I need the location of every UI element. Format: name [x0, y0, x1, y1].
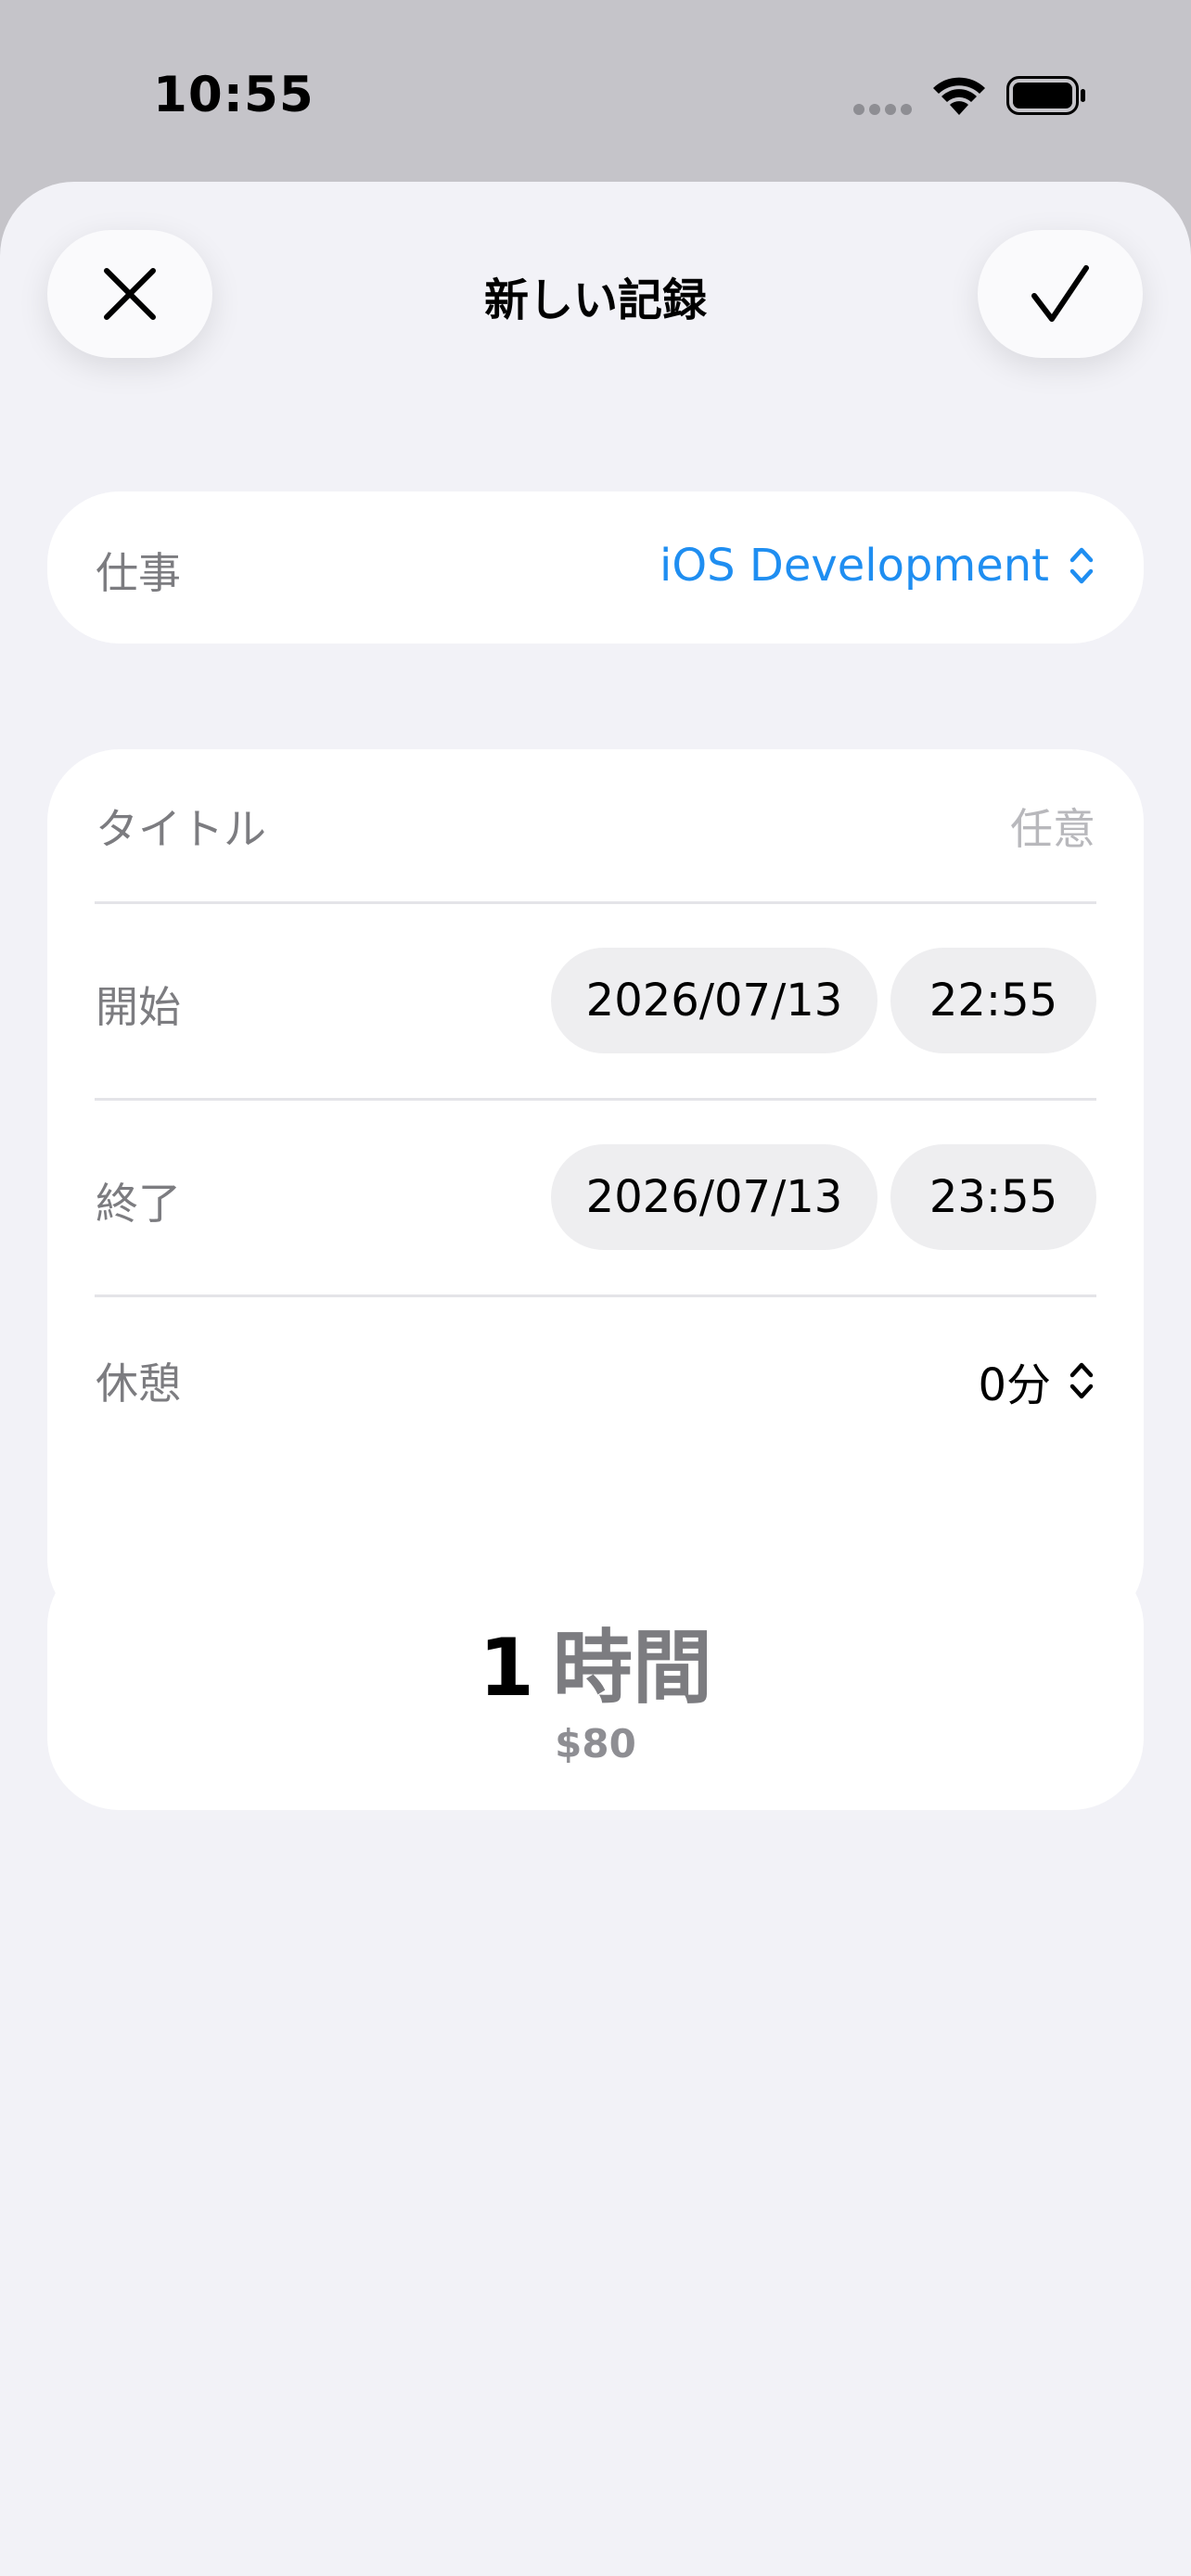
- title-input[interactable]: 任意: [1010, 796, 1095, 857]
- new-record-sheet: 新しい記録 仕事 iOS Development タイトル 任意 開始 2026…: [0, 182, 1191, 2576]
- job-picker-row[interactable]: 仕事 iOS Development: [47, 491, 1144, 644]
- start-time-picker[interactable]: 22:55: [890, 948, 1096, 1053]
- end-label: 終了: [96, 1179, 181, 1229]
- battery-icon: [1006, 76, 1085, 115]
- job-value: iOS Development: [660, 540, 1049, 592]
- status-time: 10:55: [153, 67, 314, 123]
- duration-total: 1 時間: [47, 1602, 1144, 1718]
- job-picker[interactable]: iOS Development: [660, 540, 1095, 592]
- duration-number: 1: [479, 1622, 534, 1715]
- signal-dots-icon: [853, 104, 912, 115]
- save-button[interactable]: [978, 230, 1143, 358]
- wifi-icon: [933, 77, 985, 115]
- earnings-value: $80: [555, 1721, 636, 1766]
- checkmark-icon: [1031, 265, 1089, 322]
- summary-card: 1 時間 $80: [47, 1554, 1144, 1810]
- duration-unit: 時間: [552, 1622, 712, 1715]
- chevron-up-down-icon: [1069, 547, 1094, 584]
- end-row: 終了 2026/07/13 23:55: [47, 1100, 1144, 1297]
- break-value: 0分: [978, 1359, 1051, 1411]
- end-date-picker[interactable]: 2026/07/13: [551, 1144, 877, 1250]
- status-bar: 10:55: [0, 0, 1191, 182]
- title-label: タイトル: [96, 804, 266, 854]
- start-row: 開始 2026/07/13 22:55: [47, 903, 1144, 1101]
- job-label: 仕事: [96, 548, 181, 598]
- title-row: タイトル 任意: [47, 749, 1144, 904]
- start-date-picker[interactable]: 2026/07/13: [551, 948, 877, 1053]
- chevron-up-down-icon: [1069, 1362, 1094, 1399]
- record-form: タイトル 任意 開始 2026/07/13 22:55 終了 2026/07/1…: [47, 749, 1144, 1632]
- start-label: 開始: [96, 982, 181, 1032]
- break-row: 休憩 0分: [47, 1296, 1144, 1454]
- break-picker[interactable]: 0分: [978, 1348, 1095, 1413]
- end-time-picker[interactable]: 23:55: [890, 1144, 1096, 1250]
- break-label: 休憩: [96, 1358, 181, 1409]
